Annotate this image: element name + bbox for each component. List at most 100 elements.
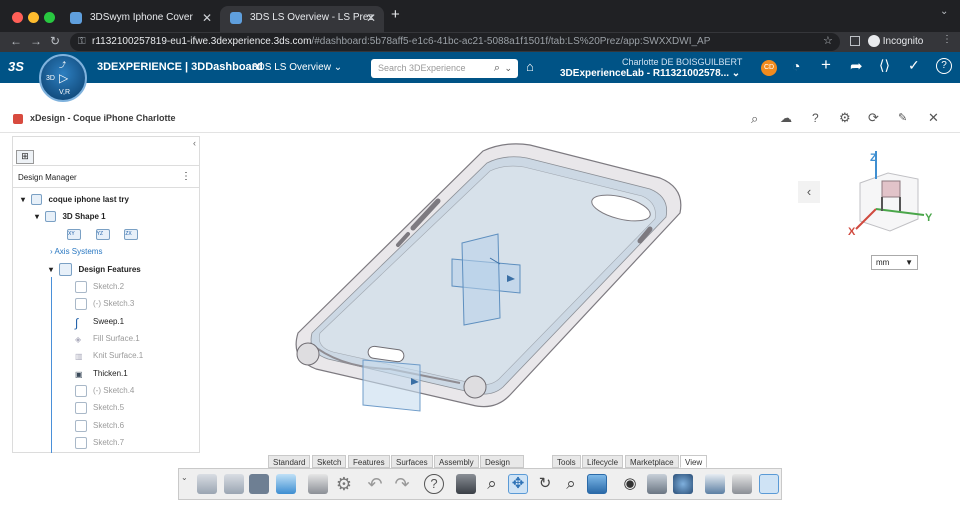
feature-sketch-4[interactable]: (-) Sketch.4: [75, 384, 134, 398]
unit-select[interactable]: mm ▼: [871, 255, 918, 270]
help-icon[interactable]: ?: [936, 58, 952, 74]
play-icon[interactable]: ▷: [59, 71, 68, 85]
tree-axis-systems[interactable]: › Axis Systems: [50, 245, 102, 259]
tab-standard[interactable]: Standard: [268, 455, 311, 468]
tag-icon[interactable]: ⌂: [526, 59, 534, 74]
expand-arrow-icon[interactable]: ▾: [49, 265, 53, 274]
render-icon[interactable]: [673, 474, 693, 494]
tab-view[interactable]: View: [680, 455, 708, 468]
lock-icon[interactable]: [456, 474, 476, 494]
settings-gear-icon[interactable]: ⚙: [839, 110, 851, 126]
forward-icon[interactable]: →: [30, 34, 42, 48]
rotate-icon[interactable]: ↻: [535, 474, 555, 494]
collapse-arrow-icon[interactable]: ›: [50, 247, 53, 256]
pan-icon[interactable]: ✥: [508, 474, 528, 494]
display-mode-icon[interactable]: [705, 474, 725, 494]
view-cube[interactable]: Z X Y: [846, 149, 938, 241]
close-tab-icon[interactable]: ✕: [202, 6, 212, 30]
tab-sketch[interactable]: Sketch: [312, 455, 347, 468]
browser-menu-icon[interactable]: ⋮: [942, 34, 952, 45]
hide-show-icon[interactable]: ◉: [620, 474, 640, 494]
feature-sketch-6[interactable]: Sketch.6: [75, 419, 124, 433]
3d-viewport[interactable]: ‹ Z X Y mm ▼: [200, 133, 960, 453]
properties-icon[interactable]: [308, 474, 328, 494]
help-icon[interactable]: ?: [424, 474, 444, 494]
tab-surfaces[interactable]: Surfaces: [391, 455, 433, 468]
save-icon[interactable]: [249, 474, 269, 494]
dashboard-selector[interactable]: 3DS LS Overview ⌄: [252, 62, 342, 73]
tree-shape[interactable]: ▾ 3D Shape 1: [35, 210, 106, 224]
toolbar-collapse-icon[interactable]: ⌄: [181, 473, 188, 482]
browser-tab-ls-prez[interactable]: 3DS LS Overview - LS Prez ✕: [220, 6, 384, 32]
side-panel-icon[interactable]: [850, 36, 860, 46]
feature-thicken-1[interactable]: ▣ Thicken.1: [75, 367, 128, 381]
collapse-panel-icon[interactable]: ‹: [193, 138, 196, 148]
tools-icon[interactable]: ✓: [908, 57, 920, 74]
plane-zx-icon[interactable]: ZX: [124, 228, 139, 240]
incognito-indicator[interactable]: Incognito: [868, 33, 923, 51]
tree-design-features[interactable]: ▾ Design Features: [49, 263, 141, 277]
tab-design-guidence[interactable]: Design Guidence: [480, 455, 525, 480]
network-icon[interactable]: ⟨⟩: [879, 57, 890, 74]
minimize-window-dot[interactable]: [28, 12, 39, 23]
tree-root[interactable]: ▾ coque iphone last try: [21, 193, 129, 207]
tab-marketplace[interactable]: Marketplace: [625, 455, 679, 468]
pin-icon[interactable]: ✎: [898, 111, 907, 124]
user-avatar[interactable]: CD: [761, 60, 777, 76]
feature-sketch-3[interactable]: (-) Sketch.3: [75, 297, 134, 311]
close-window-dot[interactable]: [12, 12, 23, 23]
open-icon[interactable]: [224, 474, 244, 494]
zoom-window-dot[interactable]: [44, 12, 55, 23]
layout-icon[interactable]: [759, 474, 779, 494]
panel-expand-arrow[interactable]: ‹: [798, 181, 820, 203]
feature-sketch-7[interactable]: Sketch.7: [75, 436, 124, 450]
options-gear-icon[interactable]: ⚙: [334, 474, 354, 494]
tab-tools[interactable]: Tools: [552, 455, 581, 468]
tab-search-icon[interactable]: ⌄: [940, 6, 948, 17]
browser-tab-3dswym[interactable]: 3DSwym Iphone Cover ✕: [60, 6, 220, 32]
search-dropdown-icon[interactable]: ⌄: [504, 59, 512, 78]
cloud-icon[interactable]: ☁: [780, 111, 792, 125]
bookmark-star-icon[interactable]: ☆: [823, 34, 833, 47]
app-search-icon[interactable]: ⌕: [751, 111, 758, 127]
capture-icon[interactable]: [732, 474, 752, 494]
plane-yz-icon[interactable]: YZ: [95, 228, 110, 240]
tenant-selector[interactable]: 3DExperienceLab - R11321002578... ⌄: [560, 68, 740, 79]
feature-sketch-2[interactable]: Sketch.2: [75, 280, 124, 294]
reload-icon[interactable]: ↻: [50, 34, 60, 48]
redo-icon[interactable]: ↷: [392, 474, 412, 494]
feature-knit-surface-1[interactable]: ▥ Knit Surface.1: [75, 349, 143, 363]
feature-sketch-5[interactable]: Sketch.5: [75, 401, 124, 415]
sketch-icon: [75, 297, 87, 310]
tree-view-icon[interactable]: ⊞: [16, 150, 34, 164]
zoom-icon[interactable]: ⌕: [482, 474, 502, 494]
expand-arrow-icon[interactable]: ▾: [35, 212, 39, 221]
undo-icon[interactable]: ↶: [365, 474, 385, 494]
search-field[interactable]: Search 3DExperience ⌕ ⌄: [371, 59, 518, 78]
zoom-fit-icon[interactable]: ⌕: [561, 474, 581, 494]
close-tab-icon[interactable]: ✕: [366, 6, 376, 30]
feature-fill-surface-1[interactable]: ◈ Fill Surface.1: [75, 332, 140, 346]
tab-assembly[interactable]: Assembly: [434, 455, 479, 468]
search-icon[interactable]: ⌕: [494, 59, 500, 78]
compass-widget[interactable]: ⤴ 3D ▷ V,R: [39, 54, 87, 102]
notifications-icon[interactable]: ◔: [792, 58, 800, 74]
tab-lifecycle[interactable]: Lifecycle: [582, 455, 624, 468]
expand-arrow-icon[interactable]: ▾: [21, 195, 25, 204]
view-cube-icon[interactable]: [587, 474, 607, 494]
app-help-icon[interactable]: ?: [812, 111, 819, 125]
tab-features[interactable]: Features: [348, 455, 390, 468]
add-icon[interactable]: +: [821, 55, 831, 75]
refresh-model-icon[interactable]: [276, 474, 296, 494]
share-icon[interactable]: ➦: [850, 57, 863, 75]
section-view-icon[interactable]: [647, 474, 667, 494]
new-part-icon[interactable]: [197, 474, 217, 494]
panel-menu-icon[interactable]: ⋮: [181, 171, 191, 182]
back-icon[interactable]: ←: [10, 34, 22, 48]
new-tab-button[interactable]: +: [391, 6, 400, 23]
refresh-icon[interactable]: ⟳: [868, 110, 879, 126]
url-field[interactable]: ⚿ r1132100257819-eu1-ifwe.3dexperience.3…: [70, 33, 840, 51]
plane-xy-icon[interactable]: XY: [67, 228, 81, 240]
close-app-icon[interactable]: ✕: [928, 110, 939, 126]
feature-sweep-1[interactable]: ∫ Sweep.1: [75, 315, 124, 330]
